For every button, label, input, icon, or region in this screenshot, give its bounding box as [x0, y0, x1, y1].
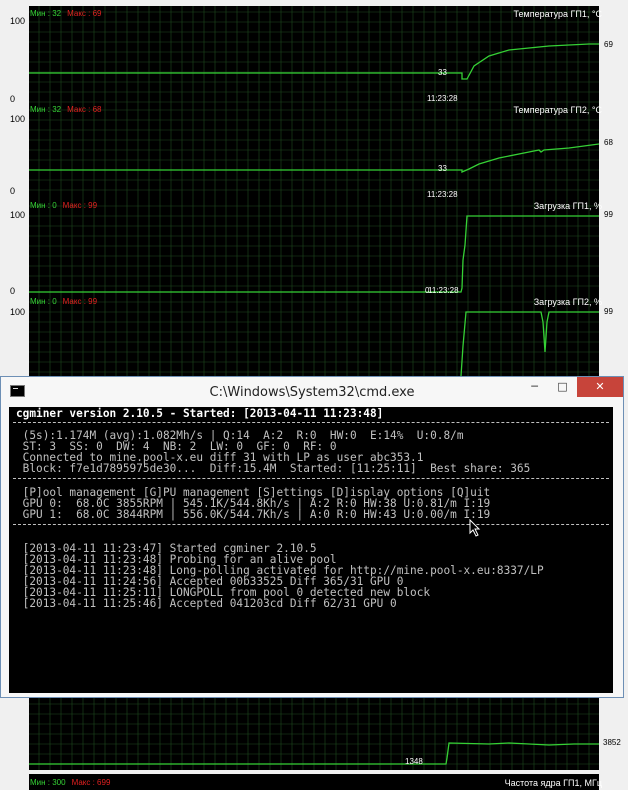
close-button[interactable]: ✕: [577, 377, 623, 397]
status-line: Block: f7e1d7895975de30... Diff:15.4M St…: [16, 462, 531, 475]
console-header: cgminer version 2.10.5 - Started: [2013-…: [16, 407, 384, 420]
graph-gpu1-core-clock: 1348 3852 Мин : 300 Макс : 699 Частота яд…: [0, 698, 628, 790]
load-line-chart: [29, 296, 599, 376]
current-value-label: 3852: [603, 738, 621, 747]
graph-plot-area: [29, 296, 599, 376]
start-value-label: 1348: [405, 757, 423, 766]
graph-gpu1-load: 100 0 Мин : 0 Макс : 99 Загрузка ГП1, % 0…: [0, 200, 628, 296]
graph-plot-area: [29, 200, 599, 296]
max-label: Макс : 69: [67, 9, 102, 18]
current-value-label: 99: [604, 307, 613, 316]
min-label: Мин : 32: [30, 9, 62, 18]
load-line-chart: [29, 200, 599, 296]
clock-line-chart: [29, 698, 599, 770]
graph-plot-area: [29, 104, 599, 200]
console-output[interactable]: cgminer version 2.10.5 - Started: [2013-…: [9, 407, 613, 693]
min-label: Мин : 300: [30, 778, 66, 787]
minimize-button[interactable]: ─: [521, 377, 548, 397]
y-axis-max-label: 100: [10, 114, 26, 124]
y-axis-max-label: 100: [10, 210, 26, 220]
time-label: 11:23:28: [427, 190, 458, 199]
max-label: Макс : 99: [62, 201, 98, 210]
graph-title: Загрузка ГП2, %: [533, 297, 602, 307]
graph-plot-area: [29, 698, 599, 770]
graph-title: Температура ГП1, °C: [513, 9, 602, 19]
y-axis-min-label: 0: [10, 286, 16, 296]
graph-title: Загрузка ГП1, %: [533, 201, 602, 211]
start-value-label: 33: [438, 164, 447, 173]
time-label: 11:23:28: [428, 286, 459, 295]
window-titlebar[interactable]: C:\Windows\System32\cmd.exe ─ □ ✕: [1, 377, 623, 407]
min-max-legend: Мин : 32 Макс : 68: [30, 105, 101, 114]
time-label: 11:23:28: [427, 94, 458, 103]
graph-title: Температура ГП2, °C: [513, 105, 602, 115]
graph-gpu2-load: 100 Мин : 0 Макс : 99 Загрузка ГП2, % 99: [0, 296, 628, 376]
min-label: Мин : 0: [30, 297, 57, 306]
divider: [13, 524, 609, 525]
min-max-legend: Мин : 300 Макс : 699: [30, 778, 110, 787]
cmd-window[interactable]: C:\Windows\System32\cmd.exe ─ □ ✕ cgmine…: [0, 376, 624, 698]
temperature-line-chart: [29, 6, 599, 104]
max-label: Макс : 68: [67, 105, 102, 114]
gpu-line: GPU 1: 68.0C 3844RPM | 556.0K/544.7Kh/s …: [16, 508, 491, 521]
maximize-button[interactable]: □: [549, 377, 576, 397]
min-label: Мин : 32: [30, 105, 62, 114]
graph-gpu2-temperature: 100 0 Мин : 32 Макс : 68 Температура ГП2,…: [0, 104, 628, 200]
graph-plot-area: [29, 6, 599, 104]
start-value-label: 33: [438, 68, 447, 77]
temperature-line-chart: [29, 104, 599, 200]
max-label: Макс : 699: [71, 778, 111, 787]
min-label: Мин : 0: [30, 201, 57, 210]
divider: [13, 422, 609, 423]
y-axis-max-label: 100: [10, 16, 26, 26]
divider: [13, 478, 609, 479]
current-value-label: 99: [604, 210, 613, 219]
graph-gpu1-temperature: 100 0 Мин : 32 Макс : 69 Температура ГП1,…: [0, 0, 628, 104]
current-value-label: 69: [604, 40, 613, 49]
graph-title: Частота ядра ГП1, МГц: [504, 778, 602, 788]
current-value-label: 68: [604, 138, 613, 147]
min-max-legend: Мин : 0 Макс : 99: [30, 297, 97, 306]
mouse-cursor-icon: [469, 519, 481, 537]
y-axis-min-label: 0: [10, 186, 16, 196]
max-label: Макс : 99: [62, 297, 98, 306]
y-axis-min-label: 0: [10, 94, 16, 104]
y-axis-max-label: 100: [10, 307, 26, 317]
min-max-legend: Мин : 32 Макс : 69: [30, 9, 101, 18]
log-line: [2013-04-11 11:25:46] Accepted 041203cd …: [16, 597, 397, 610]
min-max-legend: Мин : 0 Макс : 99: [30, 201, 97, 210]
